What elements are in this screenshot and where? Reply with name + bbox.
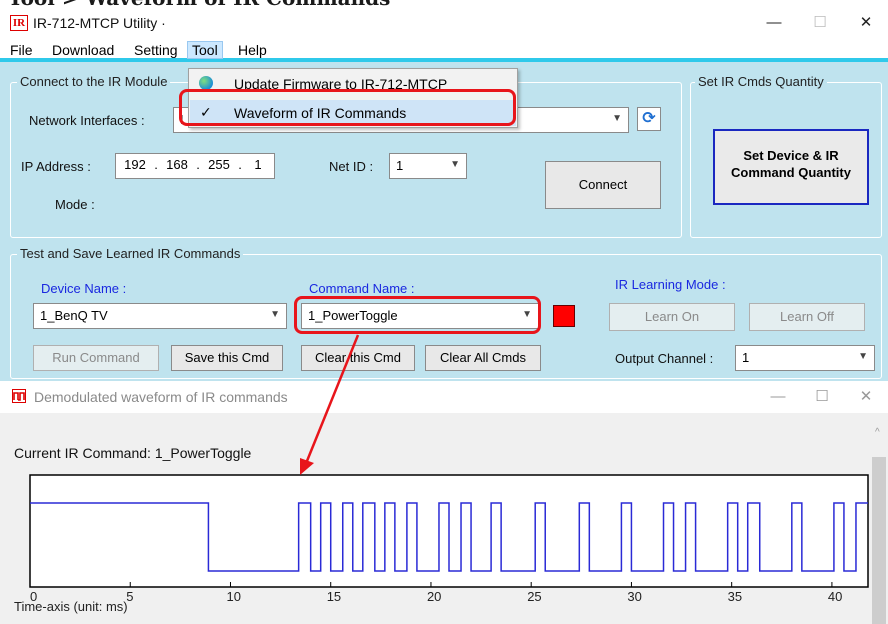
- annotation-arrow: [300, 334, 360, 475]
